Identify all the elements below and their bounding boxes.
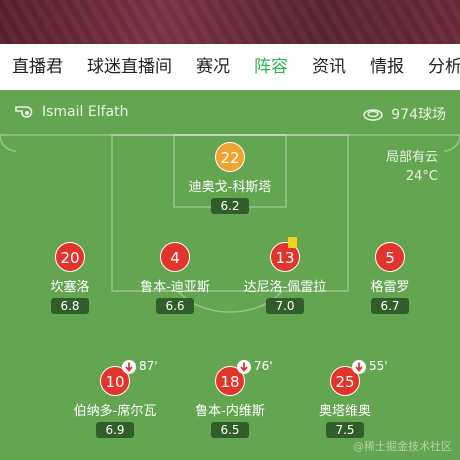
yellow-card-icon (288, 237, 297, 248)
tab-fan-room[interactable]: 球迷直播间 (87, 44, 172, 90)
sub-out-icon (122, 360, 136, 374)
player-card[interactable]: 25 55' 奥塔维奥 7.5 (285, 359, 405, 438)
player-rating: 6.9 (96, 422, 134, 438)
player-card[interactable]: 18 76' 鲁本-内维斯 6.5 (170, 359, 290, 438)
whistle-icon (14, 105, 34, 119)
player-rating: 6.6 (156, 298, 194, 314)
player-name: 坎塞洛 (50, 280, 90, 295)
player-number-badge: 4 (160, 242, 190, 272)
player-rating: 7.5 (326, 422, 364, 438)
player-name: 鲁本-内维斯 (195, 404, 265, 419)
pitch: Ismail Elfath 974球场 局部有云 24°C 22 迪奥戈-科斯塔… (0, 90, 460, 460)
tab-live[interactable]: 直播君 (12, 44, 63, 90)
sub-out-icon (352, 360, 366, 374)
tab-news[interactable]: 资讯 (312, 44, 346, 90)
sub-time: 76' (254, 359, 273, 373)
player-card[interactable]: 4 鲁本-迪亚斯 6.6 (115, 242, 235, 314)
top-banner (0, 0, 460, 44)
player-name: 鲁本-迪亚斯 (140, 280, 210, 295)
tab-intel[interactable]: 情报 (370, 44, 404, 90)
tab-match[interactable]: 赛况 (196, 44, 230, 90)
stadium-info: 974球场 (363, 104, 446, 124)
player-rating: 6.2 (211, 198, 249, 214)
sub-time: 55' (369, 359, 388, 373)
referee-name: Ismail Elfath (42, 104, 129, 120)
player-rating: 6.8 (51, 298, 89, 314)
player-number-badge: 5 (375, 242, 405, 272)
player-card[interactable]: 22 迪奥戈-科斯塔 6.2 (170, 142, 290, 214)
weather-info: 局部有云 24°C (386, 148, 438, 186)
player-name: 奥塔维奥 (318, 404, 371, 419)
player-card[interactable]: 5 格雷罗 6.7 (330, 242, 450, 314)
player-rating: 7.0 (266, 298, 304, 314)
player-card[interactable]: 20 坎塞洛 6.8 (10, 242, 130, 314)
watermark: @稀土掘金技术社区 (353, 440, 452, 453)
player-name: 达尼洛-佩雷拉 (243, 280, 327, 295)
player-number: 13 (275, 249, 295, 267)
player-number-badge: 20 (55, 242, 85, 272)
player-rating: 6.5 (211, 422, 249, 438)
player-name: 迪奥戈-科斯塔 (188, 180, 272, 195)
sub-time: 87' (139, 359, 158, 373)
player-name: 伯纳多-席尔瓦 (73, 404, 157, 419)
player-number-badge: 22 (215, 142, 245, 172)
player-number-badge: 13 (270, 237, 300, 272)
player-name: 格雷罗 (370, 280, 410, 295)
referee-info: Ismail Elfath (14, 104, 128, 120)
stadium-name: 974球场 (391, 107, 446, 123)
tab-bar: 直播君 球迷直播间 赛况 阵容 资讯 情报 分析 (0, 44, 460, 90)
player-card[interactable]: 13 达尼洛-佩雷拉 7.0 (225, 237, 345, 314)
sub-out-icon (237, 360, 251, 374)
player-rating: 6.7 (371, 298, 409, 314)
stadium-icon (363, 107, 384, 121)
tab-analysis[interactable]: 分析 (428, 44, 460, 90)
tab-lineup[interactable]: 阵容 (254, 44, 288, 90)
weather-condition: 局部有云 (385, 150, 438, 165)
weather-temp: 24°C (405, 169, 438, 184)
player-card[interactable]: 10 87' 伯纳多-席尔瓦 6.9 (55, 359, 175, 438)
